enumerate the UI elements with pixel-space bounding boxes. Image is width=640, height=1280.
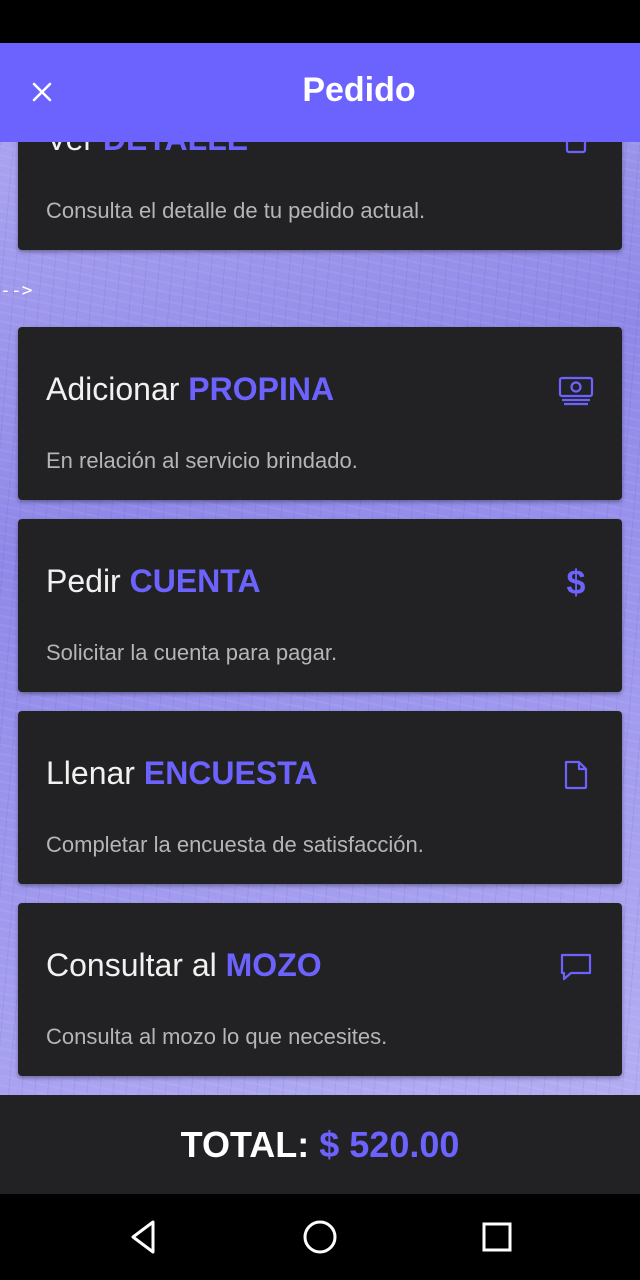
home-button[interactable] [295, 1212, 345, 1262]
recents-icon [482, 1222, 512, 1252]
document-icon [558, 757, 594, 793]
options-list[interactable]: Ver DETALLE Consulta el detalle de tu pe… [0, 142, 640, 1095]
card-ver-detalle[interactable]: Ver DETALLE Consulta el detalle de tu pe… [18, 142, 622, 250]
app-header: Pedido [0, 43, 640, 142]
receipt-icon [558, 142, 594, 159]
back-button[interactable] [118, 1212, 168, 1262]
card-heading: Consultar al MOZO [46, 947, 322, 983]
home-icon [303, 1220, 337, 1254]
total-label: TOTAL: [180, 1123, 310, 1165]
card-llenar-encuesta[interactable]: Llenar ENCUESTA Completar la encuesta de… [18, 711, 622, 884]
card-pedir-cuenta[interactable]: Pedir CUENTA $ Solicitar la cuenta para … [18, 519, 622, 692]
total-amount: $ 520.00 [319, 1123, 460, 1165]
card-heading: Ver DETALLE [46, 142, 248, 158]
page-title: Pedido [302, 71, 416, 109]
card-description: Consulta el detalle de tu pedido actual. [46, 198, 426, 223]
stray-text: --> [0, 280, 33, 301]
total-bar: TOTAL: $ 520.00 [0, 1095, 640, 1194]
system-nav-bar [0, 1194, 640, 1280]
card-heading: Adicionar PROPINA [46, 371, 335, 407]
card-description: Completar la encuesta de satisfacción. [46, 832, 424, 857]
card-description: Consulta al mozo lo que necesites. [46, 1024, 388, 1049]
card-adicionar-propina[interactable]: Adicionar PROPINA En relación al servici… [18, 327, 622, 500]
cash-icon [558, 373, 594, 409]
dollar-icon: $ [566, 563, 586, 602]
card-description: En relación al servicio brindado. [46, 448, 358, 473]
card-consultar-mozo[interactable]: Consultar al MOZO Consulta al mozo lo qu… [18, 903, 622, 1076]
card-heading: Llenar ENCUESTA [46, 755, 318, 791]
back-icon [131, 1220, 155, 1254]
recents-button[interactable] [472, 1212, 522, 1262]
card-description: Solicitar la cuenta para pagar. [46, 640, 338, 665]
status-bar [0, 0, 640, 43]
chat-icon [558, 949, 594, 985]
card-heading: Pedir CUENTA [46, 563, 261, 599]
